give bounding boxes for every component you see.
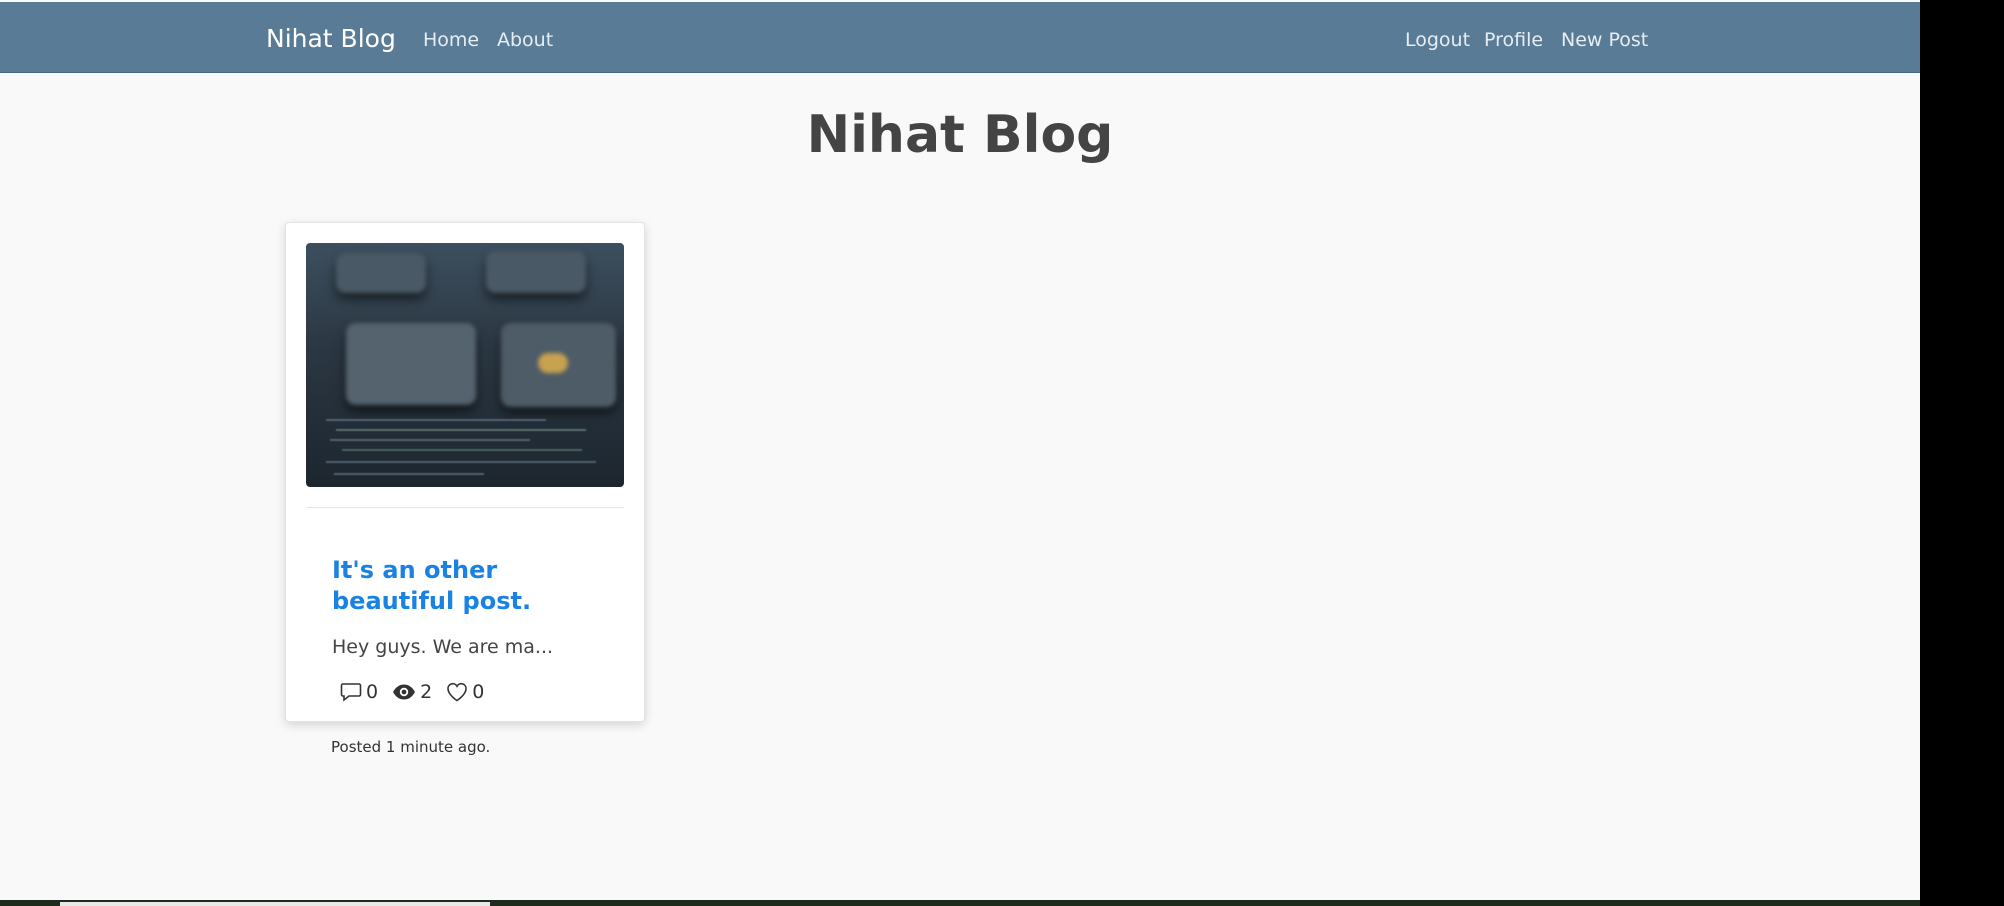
post-timestamp: Posted 1 minute ago. [331, 738, 491, 756]
brand-link[interactable]: Nihat Blog [266, 22, 396, 56]
comment-icon [340, 683, 362, 702]
like-count: 0 [472, 681, 485, 703]
post-card: It's an other beautiful post. Hey guys. … [285, 222, 645, 722]
black-margin [1920, 0, 2004, 906]
view-count: 2 [420, 681, 433, 703]
post-stats: 0 2 0 [340, 681, 498, 703]
view-stat: 2 [392, 681, 432, 703]
page-title: Nihat Blog [806, 105, 1114, 165]
navbar: Nihat Blog Home About Logout Profile New… [0, 2, 1920, 73]
nav-logout-link[interactable]: Logout [1405, 26, 1470, 54]
post-image[interactable] [306, 243, 624, 487]
like-stat[interactable]: 0 [446, 681, 484, 703]
eye-icon [393, 684, 416, 700]
comment-stat: 0 [340, 681, 378, 703]
post-excerpt: Hey guys. We are ma... [332, 636, 554, 658]
browser-viewport: Nihat Blog Home About Logout Profile New… [0, 0, 1920, 906]
heart-icon[interactable] [446, 682, 468, 702]
taskbar-strip [0, 900, 1920, 906]
nav-about-link[interactable]: About [497, 26, 553, 54]
nav-new-post-link[interactable]: New Post [1561, 26, 1648, 54]
comment-count: 0 [366, 681, 379, 703]
nav-home-link[interactable]: Home [423, 26, 479, 54]
nav-profile-link[interactable]: Profile [1484, 26, 1543, 54]
card-divider [306, 507, 624, 508]
post-title-link[interactable]: It's an other beautiful post. [332, 555, 612, 617]
